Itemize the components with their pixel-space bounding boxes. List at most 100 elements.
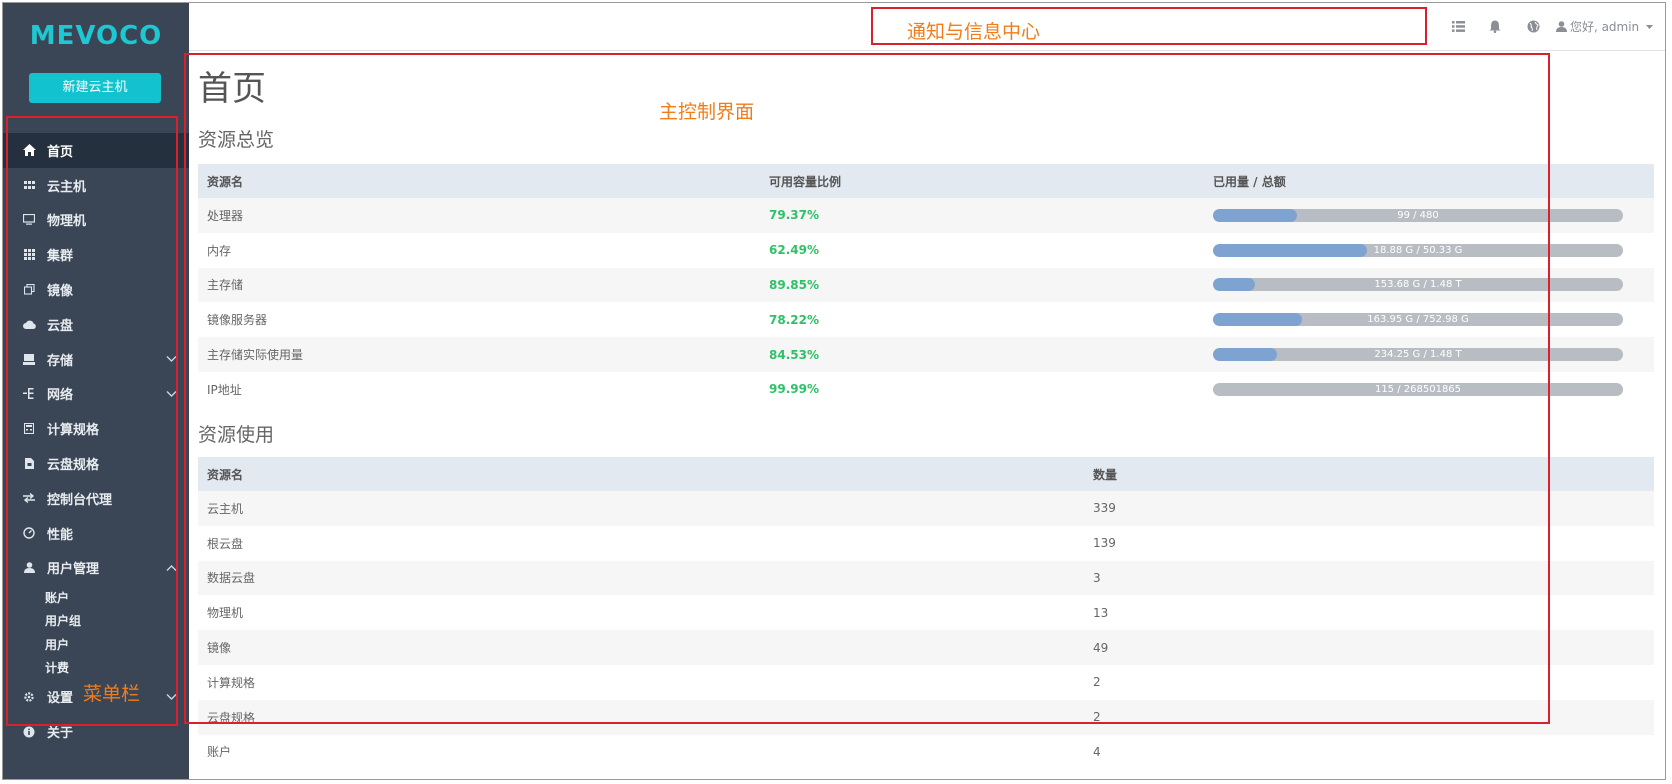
sidebar-item-label: 首页 [47,144,74,160]
table-header-row: 资源名 可用容量比例 已用量 / 总额 [198,164,1654,198]
user-greeting: 您好, admin [1569,20,1640,34]
sidebar-subitem-account[interactable]: 账户 [3,585,189,609]
usage-progress-label: 99 / 480 [1397,209,1439,221]
sidebar-nav: 首页 云主机 物理机 集群 镜像 云盘 存储 网络 计算规格 云盘规格 控制台代… [3,133,189,749]
chevron-down-icon[interactable] [166,690,177,703]
sidebar-item-home[interactable]: 首页 [3,133,189,168]
resource-count: 2 [1093,675,1101,690]
resource-count: 2 [1084,699,1654,735]
resource-name: 账户 [207,745,232,760]
user-icon [1555,21,1567,35]
column-header: 资源名 [198,457,1084,491]
home-icon [21,142,37,158]
sidebar-item-label: 物理机 [47,214,87,230]
table-row: 云盘规格 2 [198,699,1654,735]
sidebar-item-about[interactable]: 关于 [3,714,189,749]
annotation-label-main: 主控制界面 [659,101,755,123]
sidebar-item-label: 集群 [47,249,74,265]
percent-value: 99.99% [769,382,819,397]
dashboard-icon [21,525,37,541]
bell-icon[interactable] [1486,17,1504,35]
table-row: 内存 62.49% 18.88 G / 50.33 G [198,233,1654,268]
usage-progress-bar: 163.95 G / 752.98 G [1213,313,1623,327]
globe-icon[interactable] [1524,17,1542,35]
sidebar-item-label: 云盘规格 [47,458,100,474]
chevron-down-icon[interactable] [166,387,177,400]
new-vm-button[interactable]: 新建云主机 [29,73,161,103]
sidebar-item-disk-offering[interactable]: 云盘规格 [3,446,189,481]
sidebar-item-vm[interactable]: 云主机 [3,168,189,203]
user-menu[interactable]: 您好, admin [1555,18,1653,35]
sidebar-item-volume[interactable]: 云盘 [3,307,189,342]
user-icon [21,560,37,576]
sidebar-item-image[interactable]: 镜像 [3,272,189,307]
resource-name: 云主机 [198,491,1084,526]
resource-count: 4 [1093,744,1101,759]
column-header: 资源名 [198,164,760,198]
sidebar-item-instance-offering[interactable]: 计算规格 [3,411,189,446]
annotation-label-menu: 菜单栏 [83,683,141,705]
percent-value: 84.53% [769,347,819,362]
resource-name: 内存 [207,243,232,258]
table-row: 数据云盘 3 [198,560,1654,596]
resource-count: 339 [1084,491,1654,526]
sidebar-item-label: 用户管理 [47,562,100,578]
copy-icon [21,282,37,298]
column-header: 可用容量比例 [760,164,1204,198]
grid-small-icon [21,177,37,193]
resource-name: 物理机 [207,606,244,621]
percent-value: 62.49% [769,243,819,258]
table-row: 处理器 79.37% 99 / 480 [198,198,1654,233]
available-ratio: 79.37% [760,198,1204,233]
sidebar-item-label: 控制台代理 [47,492,113,508]
usage-cell: 18.88 G / 50.33 G [1204,233,1654,268]
sidebar-item-label: 云主机 [47,179,87,195]
sidebar-item-host[interactable]: 物理机 [3,203,189,238]
usage-progress-bar: 99 / 480 [1213,208,1623,222]
usage-progress-label: 153.68 G / 1.48 T [1374,279,1462,291]
resource-count: 139 [1093,536,1116,551]
page-title: 首页 [198,69,266,109]
available-ratio: 99.99% [760,372,1204,407]
chevron-down-icon[interactable] [166,353,177,366]
usage-progress-bar: 18.88 G / 50.33 G [1213,243,1623,257]
percent-value: 78.22% [769,312,819,327]
table-header-row: 资源名 数量 [198,457,1654,491]
chevron-up-icon[interactable] [166,561,177,574]
app-window: MEVOCO 新建云主机 首页 云主机 物理机 集群 镜像 云盘 存储 网络 计… [2,2,1666,780]
sidebar-subitem-billing[interactable]: 计费 [3,656,189,680]
usage-cell: 163.95 G / 752.98 G [1204,302,1654,337]
usage-progress-bar: 234.25 G / 1.48 T [1213,348,1623,362]
sidebar-item-network[interactable]: 网络 [3,377,189,412]
resource-name: 根云盘 [207,536,244,551]
sidebar-item-performance[interactable]: 性能 [3,516,189,551]
sidebar-subitem-user-group[interactable]: 用户组 [3,609,189,633]
overview-section-title: 资源总览 [198,129,275,151]
usage-table: 资源名 数量 云主机 339 根云盘 139 数据云盘 3 物理机 13 镜像 49 计算规格 2 云盘… [198,457,1654,769]
sidebar-subitem-user[interactable]: 用户 [3,632,189,656]
usage-progress-bar: 153.68 G / 1.48 T [1213,278,1623,292]
sidebar-item-label: 网络 [47,388,74,404]
resource-name: 主存储 [198,267,760,303]
sidebar-item-cluster[interactable]: 集群 [3,237,189,272]
available-ratio: 78.22% [760,302,1204,337]
sidebar-item-storage[interactable]: 存储 [3,342,189,377]
sidebar-item-user-mgmt[interactable]: 用户管理 [3,551,189,586]
available-ratio: 62.49% [760,233,1204,268]
resource-name: 处理器 [198,198,760,233]
usage-cell: 99 / 480 [1204,198,1654,233]
column-header: 已用量 / 总额 [1204,164,1654,198]
sidebar-item-label: 镜像 [47,284,74,300]
usage-progress-label: 234.25 G / 1.48 T [1374,349,1462,361]
resource-name: 计算规格 [207,675,256,690]
sidebar-item-label: 关于 [47,726,74,742]
resource-count: 49 [1084,630,1654,665]
table-row: 主存储 89.85% 153.68 G / 1.48 T [198,267,1654,303]
storage-icon [21,351,37,367]
list-icon[interactable] [1449,17,1467,35]
usage-cell: 115 / 268501865 [1204,372,1654,407]
sidebar-item-console-proxy[interactable]: 控制台代理 [3,481,189,516]
table-row: IP地址 99.99% 115 / 268501865 [198,372,1654,407]
transfer-icon [21,490,37,506]
column-header: 数量 [1084,457,1654,491]
